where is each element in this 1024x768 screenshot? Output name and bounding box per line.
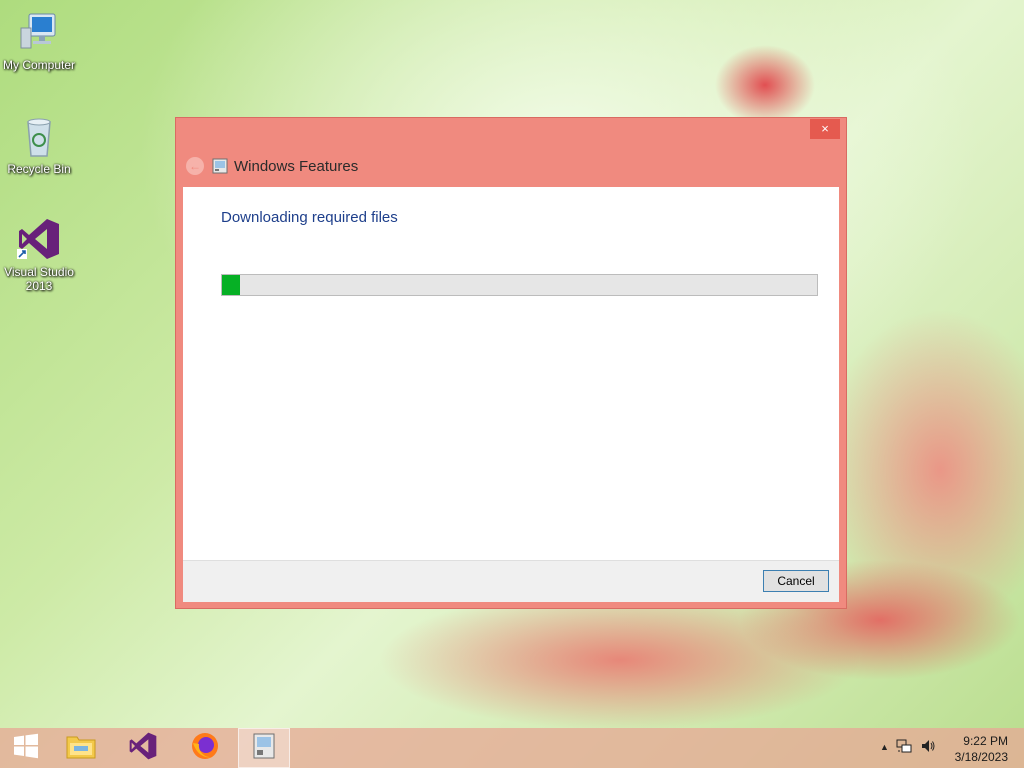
close-button[interactable]: × <box>810 119 840 139</box>
taskbar-windows-features[interactable] <box>238 728 290 768</box>
download-progress-bar <box>221 274 818 296</box>
computer-icon <box>15 8 63 56</box>
status-heading: Downloading required files <box>221 209 398 226</box>
dialog-footer: Cancel <box>183 560 839 602</box>
network-icon[interactable] <box>896 738 912 757</box>
firefox-icon <box>190 731 220 766</box>
desktop-icon-my-computer[interactable]: My Computer <box>0 8 78 72</box>
clock[interactable]: 9:22 PM 3/18/2023 <box>928 733 1008 765</box>
taskbar: ▲ 9:22 PM 3/18/2023 <box>0 728 1024 768</box>
clock-date: 3/18/2023 <box>954 750 1008 764</box>
desktop-icon-label: Recycle Bin <box>7 162 71 176</box>
desktop-icon-label: Visual Studio 2013 <box>4 265 74 293</box>
clock-time: 9:22 PM <box>963 734 1008 748</box>
visual-studio-icon <box>127 730 159 767</box>
desktop-icon-recycle-bin[interactable]: Recycle Bin <box>0 112 78 176</box>
dialog-title: Windows Features <box>234 157 359 175</box>
taskbar-file-explorer[interactable] <box>55 728 107 768</box>
visual-studio-icon <box>15 215 63 263</box>
taskbar-visual-studio[interactable] <box>117 728 169 768</box>
cancel-button[interactable]: Cancel <box>763 570 829 592</box>
folder-icon <box>65 731 97 766</box>
dialog-content: Downloading required files <box>183 187 839 560</box>
taskbar-firefox[interactable] <box>179 728 231 768</box>
desktop-icon-label: My Computer <box>2 58 76 72</box>
windows-features-icon <box>251 732 277 765</box>
title-bar: ← Windows Features <box>186 156 358 176</box>
windows-logo-icon <box>13 733 39 764</box>
windows-features-icon <box>212 158 228 174</box>
back-button[interactable]: ← <box>186 157 204 175</box>
start-button[interactable] <box>0 728 52 768</box>
windows-features-dialog: × ← Windows Features Downloading require… <box>175 117 847 609</box>
system-tray: ▲ 9:22 PM 3/18/2023 <box>864 728 1024 768</box>
show-hidden-icons-button[interactable]: ▲ <box>880 742 889 752</box>
progress-fill <box>222 275 240 295</box>
recycle-bin-icon <box>15 112 63 160</box>
desktop-icon-visual-studio[interactable]: Visual Studio 2013 <box>0 215 78 293</box>
